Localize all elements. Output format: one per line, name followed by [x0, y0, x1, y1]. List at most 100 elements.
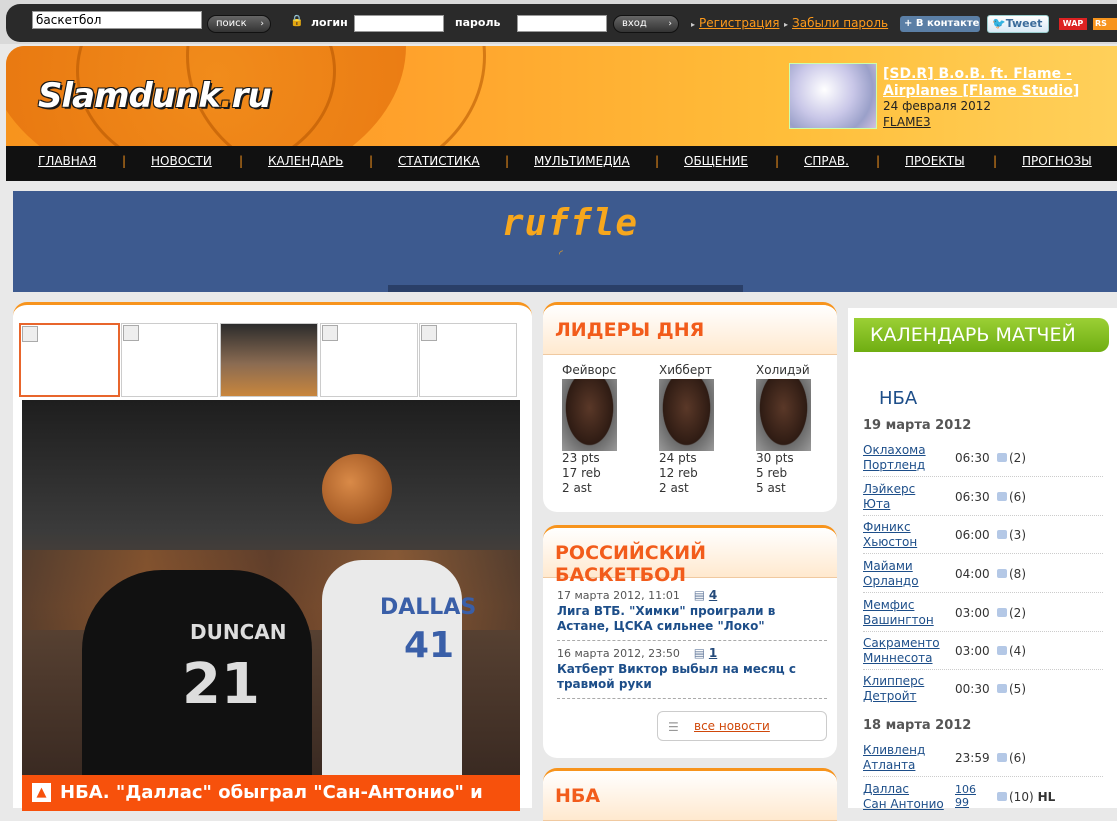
login-input[interactable] [354, 15, 444, 32]
player-photo[interactable] [756, 379, 811, 451]
highlights-link[interactable]: HL [1038, 790, 1056, 804]
nav-item-calendar[interactable]: КАЛЕНДАРЬ [268, 154, 343, 168]
home-team[interactable]: Кливленд [863, 743, 925, 757]
game-teams[interactable]: Оклахома Портленд [863, 443, 926, 473]
game-comments[interactable]: (2) [997, 606, 1026, 620]
nav-item-projects[interactable]: ПРОЕКТЫ [905, 154, 965, 168]
game-comments[interactable]: (3) [997, 528, 1026, 542]
home-team[interactable]: Даллас [863, 782, 909, 796]
nav-item-reference[interactable]: СПРАВ. [804, 154, 849, 168]
register-link[interactable]: ▸ Регистрация [691, 16, 779, 30]
game-teams[interactable]: Мемфис Вашингтон [863, 598, 934, 628]
search-input[interactable] [32, 11, 202, 29]
home-team[interactable]: Мемфис [863, 598, 914, 612]
comment-icon [997, 453, 1007, 462]
search-button[interactable]: поиск › [207, 15, 271, 33]
nav-item-community[interactable]: ОБЩЕНИЕ [684, 154, 748, 168]
all-news-button[interactable]: ☰ все новости [657, 711, 827, 741]
site-logo[interactable]: Slamdunk.ru [38, 76, 272, 116]
gallery-thumb[interactable] [19, 323, 120, 397]
game-teams[interactable]: Майами Орландо [863, 559, 919, 589]
tweet-button[interactable]: 🐦Tweet [987, 15, 1049, 33]
news-headline-link[interactable]: Лига ВТБ. "Химки" проиграли в Астане, ЦС… [557, 604, 827, 634]
ad-banner[interactable]: ruffle ◜ [13, 191, 1117, 292]
game-teams[interactable]: Кливленд Атланта [863, 743, 925, 773]
away-team[interactable]: Портленд [863, 458, 925, 472]
calendar-title[interactable]: КАЛЕНДАРЬ МАТЧЕЙ [870, 324, 1076, 346]
game-comments[interactable]: (10) HL [997, 790, 1055, 804]
home-team[interactable]: Финикс [863, 520, 911, 534]
news-comment-count[interactable]: 4 [709, 588, 717, 602]
leader-card[interactable]: Хибберт 24 pts 12 reb 2 ast [659, 363, 749, 496]
calendar-league[interactable]: НБА [879, 388, 917, 409]
gallery-thumb[interactable] [320, 323, 418, 397]
away-team[interactable]: Юта [863, 497, 890, 511]
nav-item-multimedia[interactable]: МУЛЬТИМЕДИА [534, 154, 630, 168]
comment-icon [997, 492, 1007, 501]
home-team[interactable]: Сакраменто [863, 636, 940, 650]
gallery-thumb[interactable] [419, 323, 517, 397]
leader-card[interactable]: Фейворс 23 pts 17 reb 2 ast [562, 363, 652, 496]
home-score[interactable]: 106 [955, 783, 976, 796]
forgot-password-link[interactable]: ▸ Забыли пароль [784, 16, 888, 30]
rss-badge[interactable]: RS [1093, 18, 1117, 30]
promo-user-link[interactable]: FLAME3 [883, 115, 931, 129]
away-team[interactable]: Вашингтон [863, 613, 934, 627]
gallery-thumb[interactable] [121, 323, 218, 397]
nav-item-predictions[interactable]: ПРОГНОЗЫ [1022, 154, 1092, 168]
player-photo[interactable] [562, 379, 617, 451]
main-news-photo[interactable]: DUNCAN 21 DALLAS 41 [22, 400, 520, 775]
game-comments[interactable]: (8) [997, 567, 1026, 581]
game-comments[interactable]: (6) [997, 490, 1026, 504]
game-teams[interactable]: Клипперс Детройт [863, 674, 924, 704]
away-team[interactable]: Хьюстон [863, 535, 917, 549]
game-teams[interactable]: Лэйкерс Юта [863, 482, 915, 512]
photo-caption[interactable]: ▲ НБА. "Даллас" обыграл "Сан-Антонио" и [22, 775, 520, 811]
promo-thumbnail[interactable] [789, 63, 877, 129]
home-team[interactable]: Клипперс [863, 674, 924, 688]
expand-up-icon[interactable]: ▲ [32, 783, 51, 802]
nav-item-news[interactable]: НОВОСТИ [151, 154, 212, 168]
logo-tld: ru [231, 76, 272, 116]
nav-item-home[interactable]: ГЛАВНАЯ [38, 154, 96, 168]
jersey-number-41: 41 [404, 625, 455, 666]
player-photo[interactable] [659, 379, 714, 451]
game-teams[interactable]: Финикс Хьюстон [863, 520, 917, 550]
main-nav: ГЛАВНАЯ | НОВОСТИ | КАЛЕНДАРЬ | СТАТИСТИ… [6, 146, 1117, 181]
game-comments[interactable]: (5) [997, 682, 1026, 696]
away-team[interactable]: Сан Антонио [863, 797, 944, 811]
game-comments[interactable]: (2) [997, 451, 1026, 465]
lock-icon: 🔒 [290, 14, 304, 27]
photo-caption-text[interactable]: НБА. "Даллас" обыграл "Сан-Антонио" и [60, 782, 483, 803]
nav-separator: | [655, 154, 660, 168]
login-button[interactable]: вход › [613, 15, 679, 33]
leader-name[interactable]: Хибберт [659, 363, 749, 378]
russian-basketball-title[interactable]: РОССИЙСКИЙ БАСКЕТБОЛ [555, 542, 837, 586]
game-score[interactable]: 106 99 [955, 783, 976, 809]
away-team[interactable]: Орландо [863, 574, 919, 588]
news-comment-count[interactable]: 1 [709, 646, 717, 660]
vkontakte-button[interactable]: + В контакте [900, 16, 980, 32]
leader-card[interactable]: Холидэй 30 pts 5 reb 5 ast [756, 363, 846, 496]
gallery-thumb[interactable] [220, 323, 318, 397]
nav-item-statistics[interactable]: СТАТИСТИКА [398, 154, 480, 168]
leader-name[interactable]: Холидэй [756, 363, 846, 378]
home-team[interactable]: Оклахома [863, 443, 926, 457]
away-team[interactable]: Детройт [863, 689, 917, 703]
calendar-header: КАЛЕНДАРЬ МАТЧЕЙ [854, 318, 1109, 352]
leader-name[interactable]: Фейворс [562, 363, 652, 378]
password-input[interactable] [517, 15, 607, 32]
game-teams[interactable]: Сакраменто Миннесота [863, 636, 940, 666]
away-team[interactable]: Атланта [863, 758, 915, 772]
vk-icon: + [904, 18, 913, 29]
nba-panel-title[interactable]: НБА [555, 785, 600, 807]
wap-badge[interactable]: WAP [1059, 18, 1087, 30]
game-comments[interactable]: (6) [997, 751, 1026, 765]
game-comments[interactable]: (4) [997, 644, 1026, 658]
away-team[interactable]: Миннесота [863, 651, 933, 665]
promo-title-link[interactable]: [SD.R] B.o.B. ft. Flame - Airplanes [Fla… [883, 66, 1103, 100]
away-score[interactable]: 99 [955, 796, 969, 809]
home-team[interactable]: Лэйкерс [863, 482, 915, 496]
news-headline-link[interactable]: Катберт Виктор выбыл на месяц с травмой … [557, 662, 827, 692]
home-team[interactable]: Майами [863, 559, 913, 573]
